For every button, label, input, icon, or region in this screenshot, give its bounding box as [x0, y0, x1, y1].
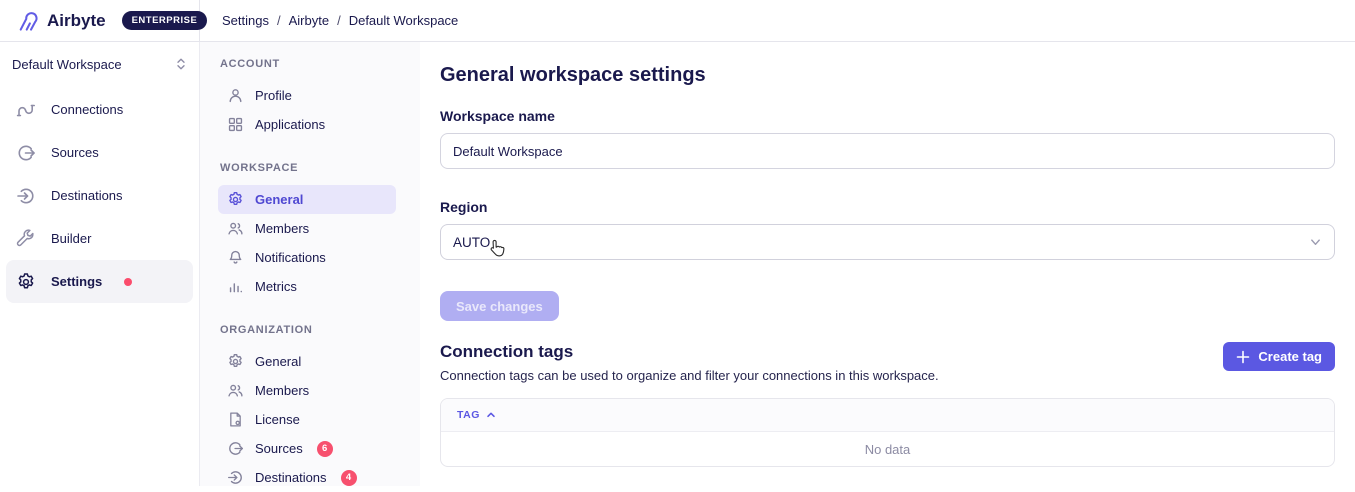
region-label: Region: [440, 199, 1335, 216]
connection-tags-header: Connection tags Connection tags can be u…: [440, 342, 1335, 383]
settings-nav-item-workspace-members[interactable]: Members: [218, 214, 396, 243]
top-bar: Airbyte ENTERPRISE Settings / Airbyte / …: [0, 0, 1355, 42]
region-select[interactable]: AUTO: [440, 224, 1335, 260]
brand-area: Airbyte ENTERPRISE: [0, 0, 200, 41]
airbyte-logo-icon: [16, 9, 40, 33]
settings-nav-label: Sources: [255, 441, 303, 456]
tag-column-label: TAG: [457, 409, 480, 421]
sidebar-item-builder[interactable]: Builder: [6, 217, 193, 260]
settings-nav-label: Notifications: [255, 250, 326, 265]
gear-icon: [227, 191, 244, 208]
connection-tags-text: Connection tags Connection tags can be u…: [440, 342, 939, 383]
section-title: WORKSPACE: [220, 158, 396, 178]
airbyte-app: Airbyte ENTERPRISE Settings / Airbyte / …: [0, 0, 1355, 486]
body-row: Default Workspace Connections: [0, 42, 1355, 486]
sources-count-badge: 6: [317, 441, 333, 457]
source-icon: [16, 143, 36, 163]
settings-nav-section-account: ACCOUNT Profile: [220, 54, 396, 139]
notification-dot: [124, 278, 132, 286]
connection-tags-title: Connection tags: [440, 342, 939, 362]
section-title: ORGANIZATION: [220, 320, 396, 340]
settings-nav-item-notifications[interactable]: Notifications: [218, 243, 396, 272]
settings-nav-label: License: [255, 412, 300, 427]
sidebar-item-label: Sources: [51, 145, 99, 160]
save-changes-button[interactable]: Save changes: [440, 291, 559, 321]
source-icon: [227, 440, 244, 457]
tag-column-header[interactable]: TAG: [441, 399, 1334, 432]
create-tag-button[interactable]: Create tag: [1223, 342, 1335, 371]
mouse-cursor: [490, 239, 505, 258]
metrics-icon: [227, 278, 244, 295]
settings-nav-label: Members: [255, 221, 309, 236]
workspace-name-input[interactable]: [440, 133, 1335, 169]
enterprise-badge: ENTERPRISE: [122, 11, 208, 30]
plus-icon: [1236, 350, 1250, 364]
settings-nav-label: Members: [255, 383, 309, 398]
breadcrumb-settings[interactable]: Settings: [222, 13, 269, 28]
section-title: ACCOUNT: [220, 54, 396, 74]
settings-nav: ACCOUNT Profile: [200, 42, 420, 486]
settings-nav-item-license[interactable]: License: [218, 405, 396, 434]
settings-nav-label: Destinations: [255, 470, 327, 485]
sidebar-item-label: Builder: [51, 231, 91, 246]
settings-nav-section-organization: ORGANIZATION General: [220, 320, 396, 492]
sidebar-item-destinations[interactable]: Destinations: [6, 174, 193, 217]
settings-nav-label: General: [255, 192, 303, 207]
members-icon: [227, 220, 244, 237]
settings-nav-label: General: [255, 354, 301, 369]
sidebar-item-settings[interactable]: Settings: [6, 260, 193, 303]
settings-nav-item-workspace-general[interactable]: General: [218, 185, 396, 214]
workspace-selector[interactable]: Default Workspace: [6, 48, 193, 80]
builder-icon: [16, 229, 36, 249]
gear-icon: [16, 272, 36, 292]
sidebar-item-sources[interactable]: Sources: [6, 131, 193, 174]
settings-nav-label: Profile: [255, 88, 292, 103]
applications-icon: [227, 116, 244, 133]
profile-icon: [227, 87, 244, 104]
settings-nav-label: Applications: [255, 117, 325, 132]
sidebar-item-connections[interactable]: Connections: [6, 88, 193, 131]
settings-nav-item-org-destinations[interactable]: Destinations 4: [218, 463, 396, 492]
settings-nav-item-metrics[interactable]: Metrics: [218, 272, 396, 301]
settings-nav-item-org-sources[interactable]: Sources 6: [218, 434, 396, 463]
sidebar-item-label: Destinations: [51, 188, 123, 203]
license-icon: [227, 411, 244, 428]
settings-nav-label: Metrics: [255, 279, 297, 294]
destination-icon: [16, 186, 36, 206]
breadcrumb: Settings / Airbyte / Default Workspace: [200, 0, 458, 41]
settings-nav-section-workspace: WORKSPACE General: [220, 158, 396, 301]
chevron-down-icon: [1309, 236, 1322, 249]
settings-nav-item-applications[interactable]: Applications: [218, 110, 396, 139]
chevron-up-down-icon: [175, 57, 187, 71]
create-tag-label: Create tag: [1258, 349, 1322, 364]
sidebar-item-label: Connections: [51, 102, 123, 117]
workspace-selector-label: Default Workspace: [12, 57, 122, 72]
page-title: General workspace settings: [440, 62, 1335, 88]
settings-nav-item-profile[interactable]: Profile: [218, 81, 396, 110]
settings-nav-item-org-general[interactable]: General: [218, 347, 396, 376]
connection-tags-table: TAG No data: [440, 398, 1335, 467]
members-icon: [227, 382, 244, 399]
sidebar-item-label: Settings: [51, 274, 102, 289]
breadcrumb-separator: /: [337, 13, 341, 28]
main-content: General workspace settings Workspace nam…: [420, 42, 1355, 486]
brand-name: Airbyte: [47, 11, 106, 31]
destinations-count-badge: 4: [341, 470, 357, 486]
breadcrumb-default-workspace[interactable]: Default Workspace: [349, 13, 459, 28]
region-select-value: AUTO: [453, 235, 490, 250]
workspace-name-label: Workspace name: [440, 108, 1335, 125]
table-empty-state: No data: [441, 432, 1334, 466]
sort-ascending-icon: [485, 409, 497, 421]
breadcrumb-airbyte[interactable]: Airbyte: [289, 13, 329, 28]
bell-icon: [227, 249, 244, 266]
region-block: Region AUTO: [440, 199, 1335, 260]
settings-nav-item-org-members[interactable]: Members: [218, 376, 396, 405]
connections-icon: [16, 100, 36, 120]
breadcrumb-separator: /: [277, 13, 281, 28]
destination-icon: [227, 469, 244, 486]
connection-tags-description: Connection tags can be used to organize …: [440, 368, 939, 383]
left-sidebar: Default Workspace Connections: [0, 42, 200, 486]
gear-icon: [227, 353, 244, 370]
